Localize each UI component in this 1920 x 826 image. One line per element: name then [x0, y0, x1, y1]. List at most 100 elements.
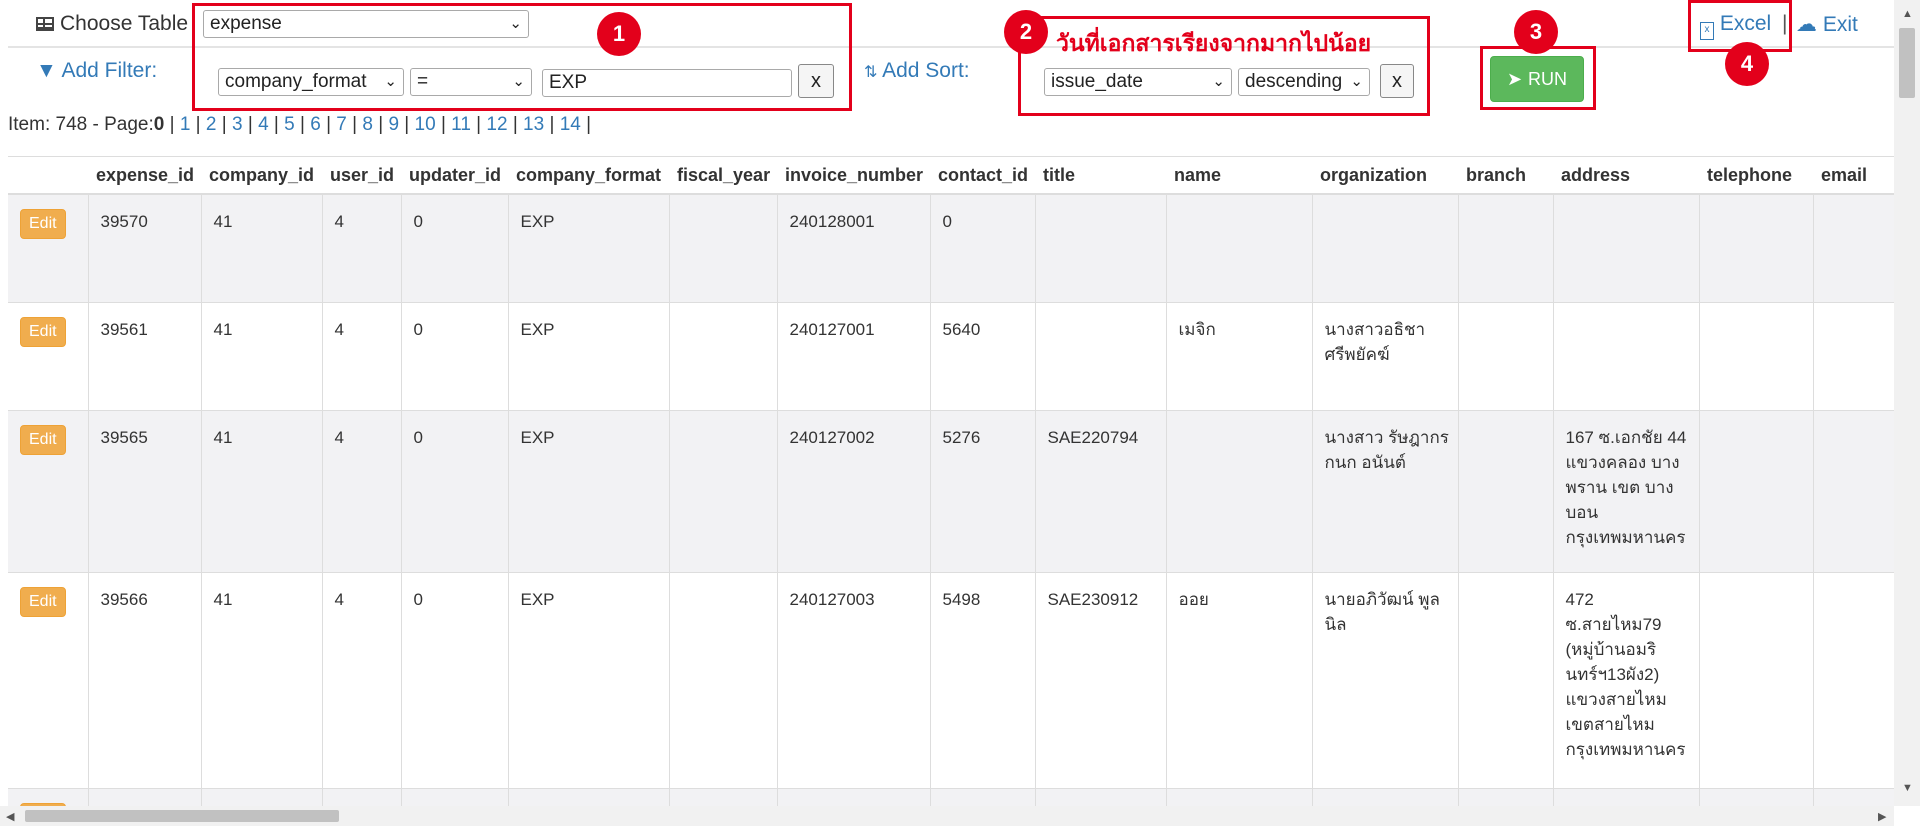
table-cell: [1552, 193, 1699, 302]
page-link[interactable]: 14: [560, 114, 581, 135]
table-cell: นางสาว รัษฎากร กนก อนันต์: [1311, 409, 1458, 572]
table-cell: Edit: [8, 571, 88, 788]
edit-button[interactable]: Edit: [20, 316, 66, 347]
table-cell: EXP: [507, 193, 669, 302]
page-link[interactable]: 8: [362, 114, 373, 135]
table-row: Edit 39566 41 4 0 EXP 240127003 5498 SAE230912 ออ…: [8, 571, 1894, 788]
table-cell: [1698, 571, 1813, 788]
page-link[interactable]: 1: [180, 114, 191, 135]
annotation-badge-1: 1: [597, 12, 641, 56]
exit-link[interactable]: ☁ Exit: [1796, 12, 1858, 37]
page-link[interactable]: 3: [232, 114, 243, 135]
table-cell: [1034, 301, 1166, 410]
table-cell: นางสาวอธิราตา ภรมพาศิริ: [1165, 787, 1312, 806]
table-cell: 39570: [87, 193, 201, 302]
edit-button[interactable]: Edit: [20, 424, 66, 455]
results-table: expense_id company_id user_id updater_id com…: [8, 156, 1894, 806]
table-cell: 0: [400, 409, 508, 572]
page-separator: |: [399, 114, 415, 135]
page-link[interactable]: 9: [388, 114, 399, 135]
table-cell: 0: [400, 301, 508, 410]
column-header[interactable]: expense_id: [88, 156, 201, 195]
page-separator: |: [169, 114, 180, 135]
edit-button[interactable]: Edit: [20, 209, 66, 239]
annotation-badge-2: 2: [1004, 10, 1048, 54]
scroll-left-icon[interactable]: ◀: [6, 810, 14, 823]
page-link[interactable]: 5: [284, 114, 295, 135]
page-link[interactable]: 13: [523, 114, 544, 135]
column-header[interactable]: contact_id: [930, 156, 1035, 195]
table-cell: SAE230912: [1034, 571, 1166, 788]
table-cell: Edit: [8, 409, 88, 572]
table-cell: 240127004: [776, 787, 930, 806]
column-header[interactable]: fiscal_year: [669, 156, 777, 195]
horizontal-scroll-thumb[interactable]: [25, 810, 339, 822]
table-cell: Edit: [8, 787, 88, 806]
table-cell: [1812, 409, 1894, 572]
table-cell: [1457, 301, 1553, 410]
table-cell: 167 ซ.เอกชัย 44 แขวงคลอง บางพราน เขต บาง…: [1552, 409, 1699, 572]
table-cell: นายอภิวัฒน์ พูล นิล: [1311, 571, 1458, 788]
column-header[interactable]: updater_id: [401, 156, 508, 195]
table-cell: [668, 787, 777, 806]
table-cell: 240127003: [776, 571, 930, 788]
table-cell: [1812, 571, 1894, 788]
page-link[interactable]: 2: [206, 114, 217, 135]
table-cell: [668, 571, 777, 788]
add-filter-link[interactable]: ▼ Add Filter:: [36, 59, 157, 83]
page-link[interactable]: 10: [415, 114, 436, 135]
page-separator: |: [294, 114, 311, 135]
table-cell: Edit: [8, 301, 88, 410]
column-header[interactable]: company_id: [201, 156, 322, 195]
column-header[interactable]: telephone: [1699, 156, 1813, 195]
table-cell: 0: [929, 193, 1035, 302]
cloud-icon: ☁: [1796, 13, 1817, 36]
current-page: 0: [153, 114, 165, 135]
page-separator: |: [507, 114, 524, 135]
scroll-up-icon[interactable]: ▲: [1902, 8, 1913, 20]
page-separator: |: [190, 114, 206, 135]
table-cell: [1457, 409, 1553, 572]
table-cell: [668, 409, 777, 572]
page-link[interactable]: 7: [336, 114, 347, 135]
table-cell: [1034, 787, 1166, 806]
column-header[interactable]: organization: [1312, 156, 1458, 195]
page-link[interactable]: 6: [310, 114, 321, 135]
table-cell: 4: [321, 193, 401, 302]
table-cell: [1457, 787, 1553, 806]
vertical-scrollbar[interactable]: ▲ ▼: [1894, 0, 1920, 806]
column-header[interactable]: branch: [1458, 156, 1553, 195]
table-row: Edit 39565 41 4 0 EXP 240127002 5276 SAE220794 นา…: [8, 409, 1894, 572]
column-header[interactable]: user_id: [322, 156, 401, 195]
page-link[interactable]: 11: [451, 114, 471, 135]
scroll-right-icon[interactable]: ▶: [1878, 810, 1886, 823]
table-icon: [36, 17, 54, 31]
edit-button[interactable]: Edit: [20, 586, 66, 617]
table-cell: [1457, 193, 1553, 302]
table-cell: [1812, 787, 1894, 806]
table-cell: 4: [321, 409, 401, 572]
horizontal-scrollbar[interactable]: ◀ ▶: [0, 806, 1894, 826]
table-cell: 5276: [929, 409, 1035, 572]
page-link[interactable]: 4: [258, 114, 269, 135]
table-cell: [1034, 193, 1166, 302]
table-row: Edit 39561 41 4 0 EXP 240127001 5640 เมจิก นางสาว…: [8, 301, 1894, 410]
table-cell: 39566: [87, 571, 201, 788]
column-header[interactable]: [8, 156, 88, 195]
table-cell: [668, 193, 777, 302]
page-link[interactable]: 12: [486, 114, 507, 135]
column-header[interactable]: invoice_number: [777, 156, 930, 195]
table-cell: 41: [200, 409, 322, 572]
vertical-scroll-thumb[interactable]: [1899, 28, 1915, 98]
table-header-row: expense_id company_id user_id updater_id com…: [8, 156, 1894, 195]
scroll-down-icon[interactable]: ▼: [1902, 782, 1913, 794]
column-header[interactable]: email: [1813, 156, 1894, 195]
column-header[interactable]: name: [1166, 156, 1312, 195]
table-cell: [1698, 409, 1813, 572]
page-separator: |: [470, 114, 487, 135]
column-header[interactable]: title: [1035, 156, 1166, 195]
table-cell: 41: [200, 571, 322, 788]
column-header[interactable]: address: [1553, 156, 1699, 195]
add-sort-link[interactable]: ⇅ Add Sort:: [864, 59, 970, 83]
column-header[interactable]: company_format: [508, 156, 669, 195]
